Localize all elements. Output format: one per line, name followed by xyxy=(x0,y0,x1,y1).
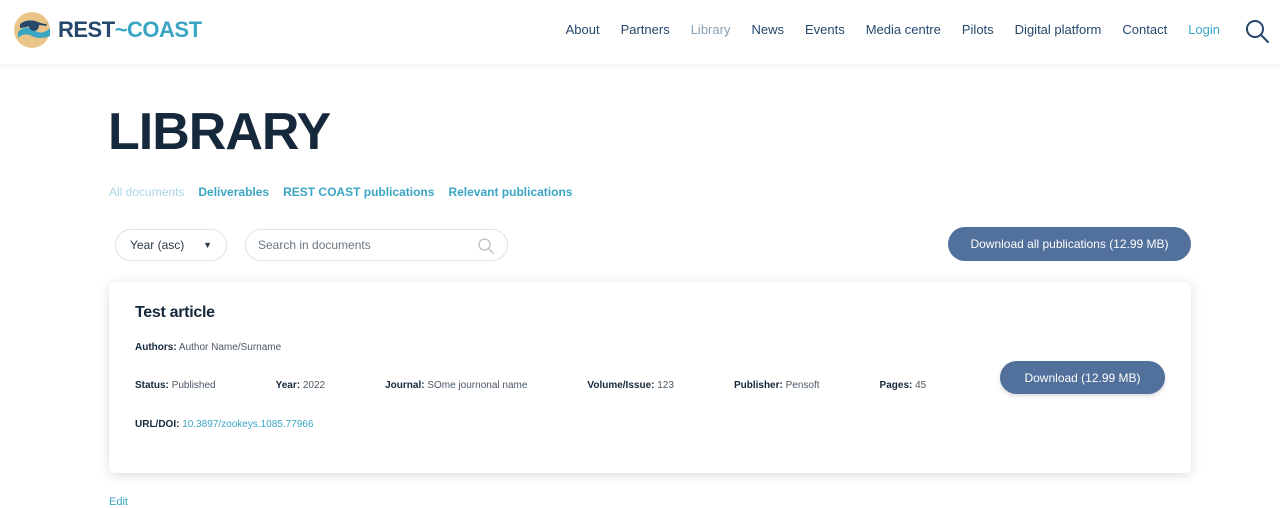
site-header: REST~COAST About Partners Library News E… xyxy=(0,0,1280,64)
logo-rest: REST xyxy=(58,17,115,42)
search-field[interactable] xyxy=(245,229,508,261)
tab-all-documents[interactable]: All documents xyxy=(109,185,184,199)
volume-label: Volume/Issue: xyxy=(587,380,655,391)
logo-coast: COAST xyxy=(127,17,202,42)
nav-news[interactable]: News xyxy=(751,22,784,37)
nav-partners[interactable]: Partners xyxy=(621,22,670,37)
tab-rest-coast-publications[interactable]: REST COAST publications xyxy=(283,185,434,199)
status-label: Status: xyxy=(135,380,169,391)
page-title: LIBRARY xyxy=(108,103,331,161)
nav-login[interactable]: Login xyxy=(1188,22,1220,37)
document-meta-row: Status: Published Year: 2022 Journal: SO… xyxy=(135,380,986,391)
site-logo[interactable]: REST~COAST xyxy=(12,10,202,50)
nav-digital-platform[interactable]: Digital platform xyxy=(1015,22,1102,37)
url-label: URL/DOI: xyxy=(135,419,180,430)
journal-value: SOme journonal name xyxy=(427,380,528,391)
edit-link[interactable]: Edit xyxy=(109,496,128,508)
chevron-down-icon: ▼ xyxy=(203,240,212,250)
document-authors: Authors: Author Name/Surname xyxy=(135,342,281,353)
year-value: 2022 xyxy=(302,380,326,391)
meta-pages: Pages: 45 xyxy=(880,380,957,391)
year-label: Year: xyxy=(275,380,301,391)
meta-journal: Journal: SOme journonal name xyxy=(385,380,557,391)
pages-value: 45 xyxy=(915,380,927,391)
sort-select-value: Year (asc) xyxy=(130,238,185,252)
pages-label: Pages: xyxy=(879,380,913,391)
nav-about[interactable]: About xyxy=(566,22,600,37)
meta-status: Status: Published xyxy=(135,380,246,391)
main-nav: About Partners Library News Events Media… xyxy=(566,22,1220,37)
nav-contact[interactable]: Contact xyxy=(1122,22,1167,37)
authors-value: Author Name/Surname xyxy=(178,342,282,353)
authors-label: Authors: xyxy=(135,342,177,353)
document-title: Test article xyxy=(135,304,215,321)
nav-library[interactable]: Library xyxy=(691,22,731,37)
logo-sep: ~ xyxy=(114,17,128,42)
publisher-label: Publisher: xyxy=(733,380,783,391)
logo-wordmark: REST~COAST xyxy=(58,17,202,43)
tab-deliverables[interactable]: Deliverables xyxy=(198,185,269,199)
status-value: Published xyxy=(171,380,216,391)
volume-value: 123 xyxy=(657,380,674,391)
sort-select[interactable]: Year (asc) ▼ xyxy=(115,229,227,261)
document-url: URL/DOI: 10.3897/zookeys.1085.77966 xyxy=(135,419,313,430)
tab-relevant-publications[interactable]: Relevant publications xyxy=(448,185,572,199)
nav-events[interactable]: Events xyxy=(805,22,845,37)
download-all-button[interactable]: Download all publications (12.99 MB) xyxy=(948,227,1191,261)
search-input[interactable] xyxy=(258,238,468,252)
meta-volume: Volume/Issue: 123 xyxy=(587,380,704,391)
publisher-value: Pensoft xyxy=(785,380,820,391)
nav-media-centre[interactable]: Media centre xyxy=(866,22,941,37)
library-tabs: All documents Deliverables REST COAST pu… xyxy=(109,185,572,199)
download-document-button[interactable]: Download (12.99 MB) xyxy=(1000,361,1165,394)
nav-pilots[interactable]: Pilots xyxy=(962,22,994,37)
meta-year: Year: 2022 xyxy=(276,380,356,391)
search-icon[interactable] xyxy=(1244,18,1270,44)
doi-link[interactable]: 10.3897/zookeys.1085.77966 xyxy=(182,419,313,430)
search-icon[interactable] xyxy=(477,237,495,255)
meta-publisher: Publisher: Pensoft xyxy=(734,380,850,391)
document-card: Test article Authors: Author Name/Surnam… xyxy=(109,282,1191,473)
journal-label: Journal: xyxy=(385,380,425,391)
logo-icon xyxy=(14,12,50,48)
